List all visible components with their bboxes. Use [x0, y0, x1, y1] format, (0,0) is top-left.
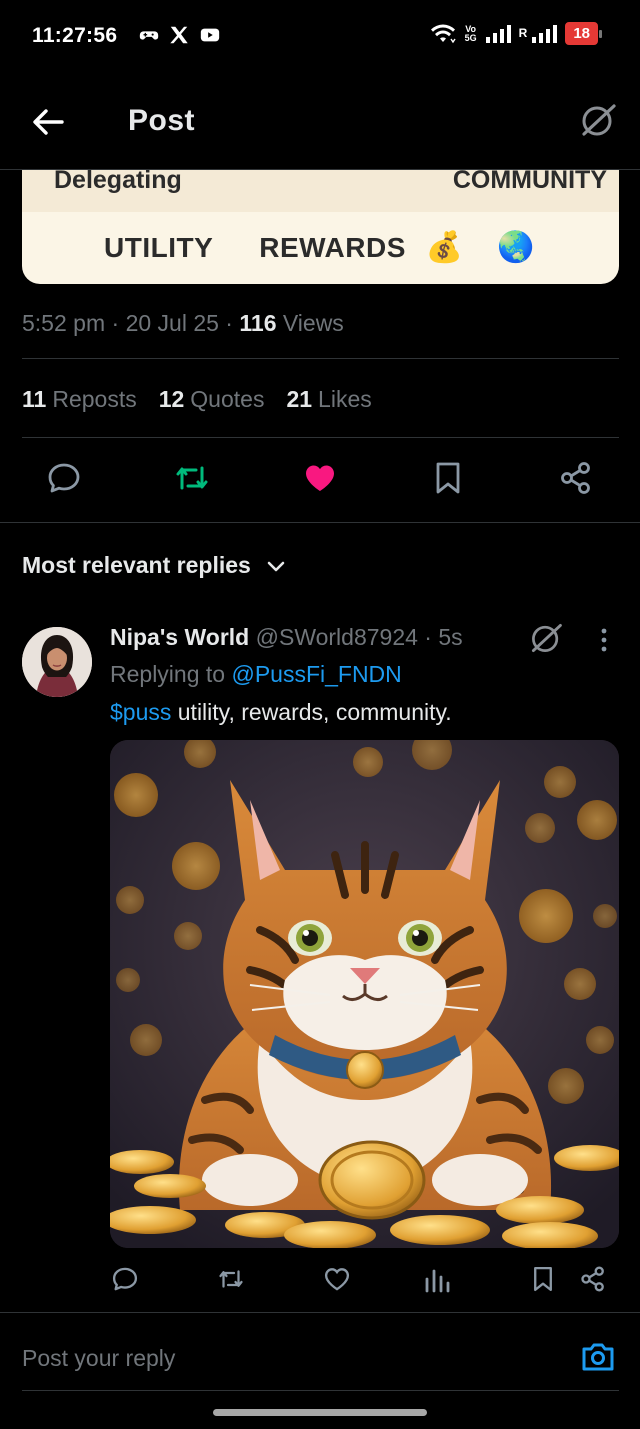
battery-indicator: 18	[565, 22, 602, 45]
grok-button[interactable]	[578, 100, 618, 140]
like-button[interactable]	[300, 458, 340, 498]
avatar[interactable]	[22, 627, 92, 697]
engagement-stats: 11 Reposts 12 Quotes 21 Likes	[22, 386, 372, 413]
bookmark-button[interactable]	[428, 458, 468, 498]
reply-grok-button[interactable]	[528, 620, 564, 656]
roaming-indicator: R	[518, 26, 528, 40]
repost-button[interactable]	[172, 458, 212, 498]
heart-filled-icon	[306, 465, 334, 491]
divider	[22, 358, 619, 359]
repost-icon	[219, 1270, 243, 1288]
youtube-icon	[200, 28, 220, 42]
reply-button[interactable]	[44, 458, 84, 498]
divider	[0, 522, 640, 523]
reply-media-image[interactable]	[110, 740, 619, 1248]
grok-icon	[582, 104, 616, 136]
arrow-left-icon	[33, 109, 64, 135]
share-icon	[561, 462, 590, 494]
sort-label: Most relevant replies	[22, 552, 251, 578]
divider	[22, 437, 619, 438]
reposts-stat[interactable]: 11 Reposts	[22, 386, 137, 413]
quotes-stat[interactable]: 12 Quotes	[159, 386, 265, 413]
reply-author-handle[interactable]: @SWorld87924	[249, 624, 418, 650]
reply-reply-button[interactable]	[108, 1262, 142, 1296]
composer-underline	[22, 1390, 619, 1391]
replying-to-line: Replying to @PussFi_FNDN	[110, 661, 402, 687]
top-app-bar: Post	[0, 72, 640, 170]
avatar-image	[22, 627, 92, 697]
camera-button[interactable]	[580, 1339, 616, 1375]
chevron-down-icon	[267, 561, 285, 571]
signal-icon	[485, 24, 511, 43]
reply-icon	[48, 463, 80, 493]
reply-icon	[112, 1267, 138, 1291]
share-button[interactable]	[556, 458, 596, 498]
globe-icon: 🌏	[497, 231, 535, 264]
post-action-bar	[0, 458, 640, 504]
volte-indicator: Vo 5G	[464, 23, 477, 43]
post-time: 5:52 pm	[22, 310, 106, 336]
repost-icon	[176, 466, 208, 490]
reply-author-line: Nipa's World @SWorld87924 · 5s	[110, 624, 463, 651]
cashtag-link[interactable]: $puss	[110, 699, 171, 725]
reply-input[interactable]: Post your reply	[22, 1345, 175, 1372]
grok-icon	[531, 623, 562, 653]
views-label: Views	[276, 310, 344, 336]
more-vertical-icon	[601, 628, 607, 652]
reply-views-button[interactable]	[420, 1262, 454, 1296]
back-button[interactable]	[28, 102, 68, 142]
promo-text-delegating: Delegating	[54, 166, 182, 194]
post-date: 20 Jul 25	[125, 310, 219, 336]
reply-composer: Post your reply	[0, 1312, 640, 1392]
reply-repost-button[interactable]	[214, 1262, 248, 1296]
status-bar: 11:27:56 Vo 5G R 18	[0, 0, 640, 72]
camera-icon	[582, 1343, 614, 1371]
reply-time: · 5s	[417, 624, 463, 650]
replies-sort-dropdown[interactable]: Most relevant replies	[22, 552, 287, 579]
wifi-icon	[430, 24, 456, 43]
cat-with-coins-illustration	[110, 740, 619, 1248]
share-icon	[581, 1266, 604, 1292]
reply-author-name[interactable]: Nipa's World	[110, 624, 249, 650]
post-media-image[interactable]: Delegating COMMUNITY UTILITY REWARDS 💰 🌏	[22, 150, 619, 284]
home-indicator[interactable]	[213, 1409, 427, 1416]
status-time: 11:27:56	[32, 24, 118, 47]
reply-text: $puss utility, rewards, community.	[110, 699, 452, 725]
money-bag-icon: 💰	[425, 231, 464, 264]
bookmark-icon	[436, 462, 460, 494]
signal-2-icon	[532, 24, 558, 43]
bookmark-icon	[534, 1266, 552, 1292]
reply-like-button[interactable]	[320, 1262, 354, 1296]
replying-to-handle[interactable]: @PussFi_FNDN	[231, 661, 401, 687]
promo-text-community: COMMUNITY	[452, 166, 607, 194]
analytics-icon	[425, 1269, 450, 1293]
reply-share-button[interactable]	[576, 1262, 610, 1296]
promo-word-utility: UTILITY	[104, 231, 214, 263]
game-controller-icon	[139, 31, 159, 40]
likes-stat[interactable]: 21 Likes	[286, 386, 371, 413]
views-count[interactable]: 116	[239, 310, 276, 336]
promo-words-row: UTILITY REWARDS 💰 🌏	[22, 230, 619, 265]
status-app-icons	[138, 24, 222, 46]
x-logo-icon	[170, 26, 188, 44]
page-title: Post	[128, 104, 196, 137]
promo-word-rewards: REWARDS	[259, 231, 406, 263]
post-timestamp-views: 5:52 pm · 20 Jul 25 · 116 Views	[22, 310, 344, 336]
reply-action-bar	[100, 1262, 630, 1298]
heart-outline-icon	[324, 1268, 350, 1291]
more-options-button[interactable]	[590, 624, 618, 656]
reply-bookmark-button[interactable]	[526, 1262, 560, 1296]
status-indicators: Vo 5G R 18	[429, 22, 602, 45]
